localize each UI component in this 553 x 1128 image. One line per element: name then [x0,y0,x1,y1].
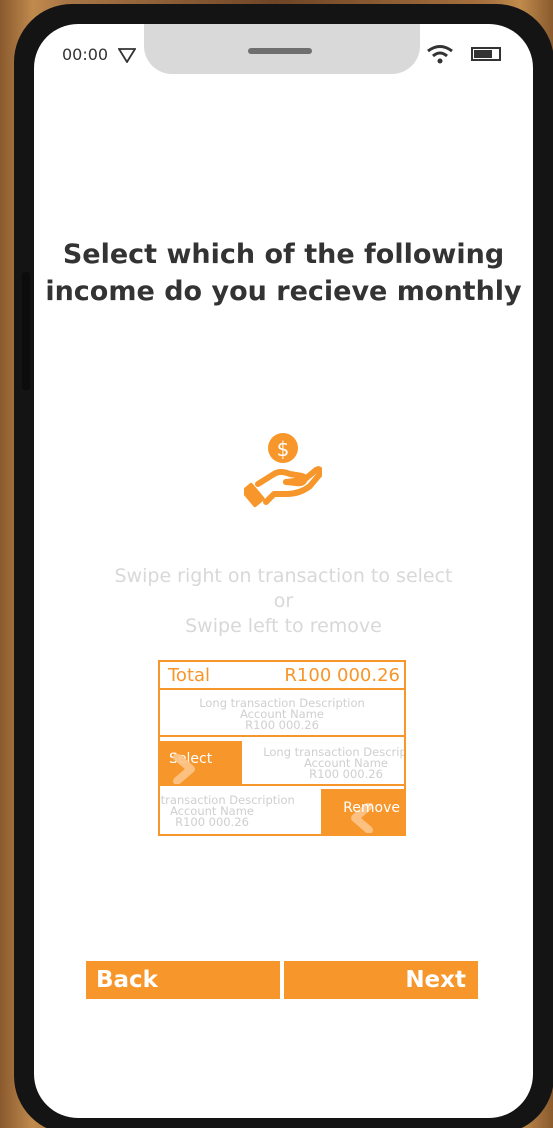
notch [144,24,420,74]
instruction-line-3: Swipe left to remove [185,615,382,637]
page-title-line-2: income do you recieve monthly [45,276,522,307]
transaction-amount: R100 000.26 [245,718,319,732]
back-button[interactable]: Back [86,961,280,999]
transaction-amount: R100 000.26 [309,767,383,781]
phone-screen: 00:00 Select which of the following inco… [34,24,533,1118]
transaction-amount: R100 000.26 [175,815,249,829]
battery-icon [471,47,501,61]
swipe-demo-illustration: Total R100 000.26 Long transaction Descr… [158,660,406,836]
wifi-icon [426,44,454,68]
demo-transaction-row-swiped-right: Long transaction Description Account Nam… [160,741,404,786]
next-button[interactable]: Next [284,961,478,999]
signal-icon [117,47,137,67]
phone-side-button [22,272,30,390]
demo-total-row: Total R100 000.26 [160,662,404,690]
demo-total-label: Total [168,665,211,686]
swipe-remove-action: Remove [321,789,404,834]
arrow-right-icon [169,753,199,784]
page-title: Select which of the following income do … [34,236,533,310]
hand-holding-dollar-icon: $ [241,430,324,514]
instruction-line-2: or [273,590,294,612]
demo-total-amount: R100 000.26 [284,665,400,686]
swipe-remove-label: Remove [343,800,400,816]
swipe-select-action: Select [160,741,242,784]
phone-frame: 00:00 Select which of the following inco… [14,4,553,1128]
instruction-line-1: Swipe right on transaction to select [114,565,453,587]
swipe-instructions: Swipe right on transaction to select or … [34,564,533,639]
status-time: 00:00 [62,45,109,64]
demo-transaction-row-swiped-left: Long transaction Description Account Nam… [160,789,404,834]
demo-transaction-row: Long transaction Description Account Nam… [160,692,404,737]
page-title-line-1: Select which of the following [62,239,505,270]
svg-text:$: $ [277,437,290,461]
speaker-grille [248,48,312,54]
